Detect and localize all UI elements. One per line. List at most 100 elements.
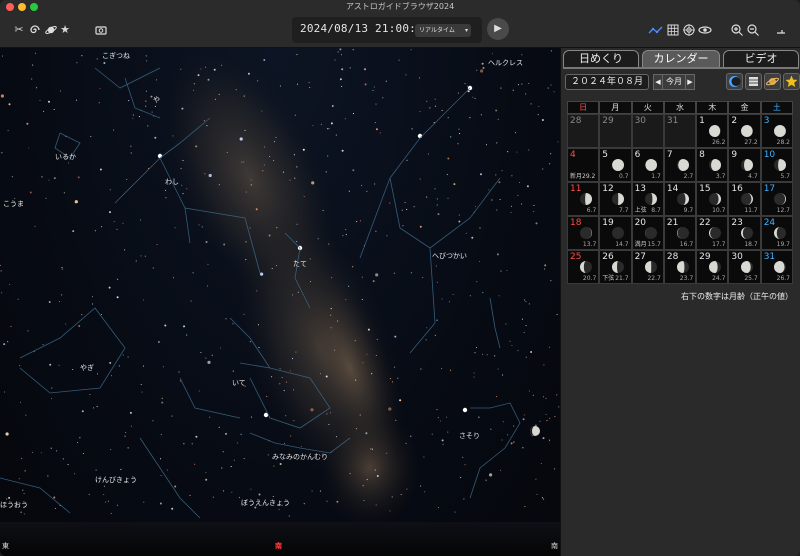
star (476, 69, 478, 71)
calendar-day[interactable]: 7 2.7 (663, 148, 697, 182)
zoom-in-icon[interactable] (730, 23, 744, 37)
calendar-day[interactable]: 26 下弦 21.7 (599, 250, 632, 284)
calendar-day[interactable]: 28 (567, 114, 600, 148)
scissors-icon[interactable]: ✂ (12, 23, 26, 37)
star-icon[interactable]: ★ (58, 23, 72, 37)
calendar-day[interactable]: 29 (599, 114, 632, 148)
calendar-day[interactable]: 3 28.2 (760, 114, 793, 148)
panel-tabs: 日めくり カレンダー ビデオ (563, 50, 799, 68)
moon-phase-icon (644, 227, 657, 239)
star-calendar-icon[interactable] (783, 73, 800, 90)
star (434, 188, 436, 190)
star (109, 189, 111, 191)
star (241, 161, 243, 163)
planet-icon[interactable] (44, 23, 58, 37)
calendar-day[interactable]: 13 上弦 8.7 (631, 182, 664, 216)
fullscreen-icon[interactable] (774, 23, 788, 37)
star (533, 204, 535, 206)
datetime-field[interactable]: 2024/08/13 21:00:00 (300, 22, 430, 35)
calendar-day[interactable]: 9 4.7 (728, 148, 761, 182)
calendar-day[interactable]: 6 1.7 (631, 148, 664, 182)
moon-view-icon[interactable] (726, 73, 743, 90)
moon-phase-label: 満月 (634, 241, 647, 248)
zoom-out-icon[interactable] (746, 23, 760, 37)
star (434, 334, 436, 336)
list-view-icon[interactable] (745, 73, 762, 90)
moon-age: 5.7 (780, 173, 790, 180)
star (526, 185, 529, 188)
calendar-day[interactable]: 4 新月29.2 (567, 148, 600, 182)
calendar-day[interactable]: 16 11.7 (728, 182, 761, 216)
star (521, 203, 523, 205)
spiral-icon[interactable] (28, 23, 42, 37)
star (539, 420, 541, 422)
target-icon[interactable] (682, 23, 696, 37)
star (65, 323, 67, 325)
star (436, 409, 438, 411)
grid-icon[interactable] (666, 23, 680, 37)
star (481, 62, 484, 65)
star (496, 396, 498, 398)
star (352, 49, 354, 51)
calendar-day[interactable]: 21 16.7 (663, 216, 697, 250)
calendar-day[interactable]: 15 10.7 (696, 182, 729, 216)
star (205, 357, 207, 359)
star (285, 381, 287, 383)
star (68, 162, 70, 164)
star (349, 67, 351, 69)
planet-calendar-icon[interactable] (764, 73, 781, 90)
calendar-day[interactable]: 11 6.7 (567, 182, 600, 216)
calendar-day[interactable]: 10 5.7 (760, 148, 793, 182)
calendar-day[interactable]: 28 23.7 (663, 250, 697, 284)
calendar-day[interactable]: 17 12.7 (760, 182, 793, 216)
star (23, 513, 25, 515)
bright-star (462, 407, 468, 413)
constellation-icon[interactable] (648, 23, 663, 37)
calendar-day[interactable]: 27 22.7 (631, 250, 664, 284)
star-map[interactable] (0, 48, 560, 556)
time-mode-select[interactable]: リアルタイム ▾ (415, 24, 471, 37)
calendar-day[interactable]: 18 13.7 (567, 216, 600, 250)
tab-daily[interactable]: 日めくり (563, 50, 639, 68)
calendar-day[interactable]: 31 (663, 114, 697, 148)
calendar-day[interactable]: 14 9.7 (663, 182, 697, 216)
this-month-button[interactable]: 今月 (663, 74, 685, 90)
play-button[interactable]: ▶ (487, 18, 509, 40)
calendar-day[interactable]: 19 14.7 (599, 216, 632, 250)
calendar-day[interactable]: 23 18.7 (728, 216, 761, 250)
star (530, 351, 533, 353)
calendar-day[interactable]: 22 17.7 (696, 216, 729, 250)
calendar-day[interactable]: 20 満月 15.7 (631, 216, 664, 250)
star (35, 52, 37, 54)
calendar-day[interactable]: 8 3.7 (696, 148, 729, 182)
calendar-day[interactable]: 1 26.2 (696, 114, 729, 148)
calendar-day[interactable]: 31 26.7 (760, 250, 793, 284)
toolbar: ✂ ★ 2024/08/13 21:00:00 リアルタイム ▾ ▶ (0, 14, 800, 48)
planet-view-icon[interactable] (698, 23, 712, 37)
camera-icon[interactable] (94, 23, 108, 37)
star (9, 283, 11, 286)
calendar-day[interactable]: 30 (631, 114, 664, 148)
calendar-day[interactable]: 5 0.7 (599, 148, 632, 182)
star (501, 374, 504, 376)
star (386, 452, 388, 454)
star (317, 238, 319, 240)
star (389, 378, 391, 380)
star (96, 373, 99, 375)
star (258, 346, 260, 349)
tab-calendar[interactable]: カレンダー (642, 50, 720, 68)
star (39, 99, 41, 101)
prev-month-button[interactable]: ◀ (653, 74, 663, 90)
tab-video[interactable]: ビデオ (723, 50, 799, 68)
calendar-day[interactable]: 29 24.7 (696, 250, 729, 284)
calendar-day[interactable]: 24 19.7 (760, 216, 793, 250)
calendar-day[interactable]: 30 25.7 (728, 250, 761, 284)
calendar-day[interactable]: 2 27.2 (728, 114, 761, 148)
calendar-day[interactable]: 12 7.7 (599, 182, 632, 216)
star (375, 354, 377, 356)
star (512, 89, 514, 91)
sky-view[interactable]: こぎつね ヘルクレス や いるか わし こうま たて へびつかい やぎ いて さ… (0, 48, 560, 556)
next-month-button[interactable]: ▶ (685, 74, 695, 90)
star (67, 464, 69, 466)
calendar-day[interactable]: 25 20.7 (567, 250, 600, 284)
